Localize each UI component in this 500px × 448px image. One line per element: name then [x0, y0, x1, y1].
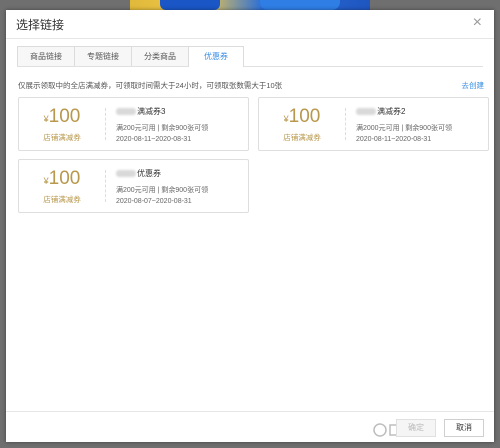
coupon-condition: 满200元可用 | 剩余900张可领 [116, 125, 209, 132]
coupon-info-text: 仅展示领取中的全店满减券，可领取时间需大于24小时，可领取张数需大于10张 [18, 81, 283, 90]
coupon-name: 优惠券 [116, 168, 244, 180]
dialog-header: 选择链接 × [6, 10, 494, 39]
coupon-divider [105, 108, 106, 140]
coupon-dates: 2020-08-07~2020-08-31 [116, 198, 192, 205]
coupon-type: 店铺满减券 [43, 133, 81, 142]
tab-coupons[interactable]: 优惠券 [188, 46, 244, 67]
coupon-condition: 满200元可用 | 剩余900张可领 [116, 187, 209, 194]
link-type-tabs: 商品链接 专题链接 分类商品 优惠券 [17, 46, 483, 67]
dialog-footer: 确定 取消 [6, 411, 494, 442]
select-link-dialog: 选择链接 × 商品链接 专题链接 分类商品 优惠券 仅展示领取中的全店满减券，可… [6, 10, 494, 442]
coupon-divider [105, 170, 106, 202]
tab-category-products[interactable]: 分类商品 [131, 46, 189, 66]
tab-product-link[interactable]: 商品链接 [17, 46, 75, 66]
confirm-button[interactable]: 确定 [396, 419, 436, 437]
coupon-amount: ¥100 [43, 106, 81, 127]
coupon-type: 店铺满减券 [283, 133, 321, 142]
coupon-card[interactable]: ¥100 店铺满减券 优惠券 满200元可用 | 剩余900张可领 2020-0… [18, 159, 249, 213]
cancel-button[interactable]: 取消 [444, 419, 484, 437]
coupon-dates: 2020-08-11~2020-08-31 [356, 136, 432, 143]
coupon-name: 满减券3 [116, 106, 244, 118]
dialog-title: 选择链接 [16, 18, 65, 32]
coupon-dates: 2020-08-11~2020-08-31 [116, 136, 192, 143]
tab-topic-link[interactable]: 专题链接 [74, 46, 132, 66]
coupon-name: 满减券2 [356, 106, 484, 118]
coupon-amount: ¥100 [43, 168, 81, 189]
coupon-amount: ¥100 [283, 106, 321, 127]
coupon-type: 店铺满减券 [43, 195, 81, 204]
coupon-divider [345, 108, 346, 140]
coupon-card[interactable]: ¥100 店铺满减券 满减券3 满200元可用 | 剩余900张可领 2020-… [18, 97, 249, 151]
close-icon[interactable]: × [473, 15, 482, 31]
create-coupon-link[interactable]: 去创建 [462, 80, 485, 91]
coupon-card[interactable]: ¥100 店铺满减券 满减券2 满2000元可用 | 剩余900张可领 2020… [258, 97, 489, 151]
coupon-condition: 满2000元可用 | 剩余900张可领 [356, 125, 452, 132]
